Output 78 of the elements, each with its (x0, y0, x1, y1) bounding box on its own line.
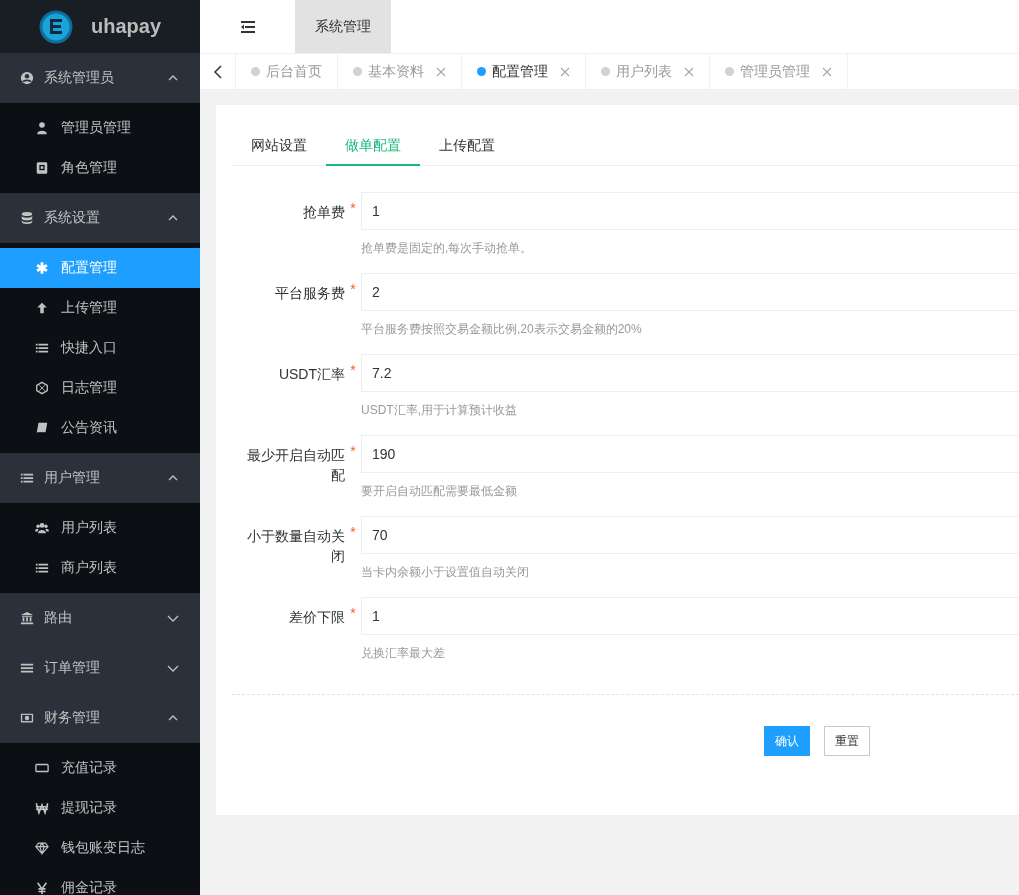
sidebar-item[interactable]: 钱包账变日志 (0, 828, 200, 868)
status-dot-icon (725, 67, 734, 76)
book-icon (35, 421, 49, 435)
sidebar-item[interactable]: 商户列表 (0, 548, 200, 588)
header-tab[interactable]: 系统管理 (295, 0, 391, 53)
field-hint: 平台服务费按照交易金额比例,20表示交易金额的20% (361, 321, 643, 338)
sidebar-group[interactable]: 系统管理员 (0, 53, 200, 103)
field-hint: 要开启自动匹配需要最低金额 (361, 483, 518, 500)
bank-icon (20, 611, 34, 625)
status-dot-icon (601, 67, 610, 76)
input-field[interactable]: 7.2 (361, 354, 1019, 392)
sidebar-item[interactable]: 佣金记录 (0, 868, 200, 895)
brand-name: uhapay (91, 15, 161, 38)
diamond-icon (35, 841, 49, 855)
required-mark: * (350, 281, 356, 297)
database-icon (20, 211, 34, 225)
asterisk-icon (35, 261, 49, 275)
field-hint: USDT汇率,用于计算预计收益 (361, 402, 518, 419)
id-card-icon (35, 161, 49, 175)
menu-icon (20, 661, 34, 675)
status-dot-icon (251, 67, 260, 76)
status-dot-icon (477, 67, 486, 76)
menu-toggle-icon[interactable] (240, 20, 255, 33)
won-icon (35, 801, 49, 815)
page-tab[interactable]: 配置管理 (462, 54, 586, 89)
arrow-up-icon (35, 301, 49, 315)
form-tab[interactable]: 网站设置 (232, 125, 326, 166)
person-icon (35, 121, 49, 135)
field-label: 小于数量自动关闭 (247, 527, 345, 566)
required-mark: * (350, 443, 356, 459)
users-icon (35, 521, 49, 535)
close-icon[interactable] (822, 66, 832, 77)
input-field[interactable]: 1 (361, 192, 1019, 230)
hexagon-icon (35, 381, 49, 395)
sidebar-group[interactable]: 用户管理 (0, 453, 200, 503)
close-icon[interactable] (684, 66, 694, 77)
sidebar-group[interactable]: 路由 (0, 593, 200, 643)
required-mark: * (350, 362, 356, 378)
field-label: 平台服务费 (274, 284, 345, 303)
reset-button[interactable]: 重置 (824, 726, 870, 756)
sidebar-item[interactable]: 提现记录 (0, 788, 200, 828)
field-label: 最少开启自动匹配 (247, 446, 345, 485)
rectangle-icon (35, 761, 49, 775)
sidebar-group[interactable]: 系统设置 (0, 193, 200, 243)
list-icon (35, 341, 49, 355)
required-mark: * (350, 605, 356, 621)
required-mark: * (350, 200, 356, 216)
field-label: 抢单费 (302, 203, 345, 222)
form-tab[interactable]: 上传配置 (420, 125, 514, 166)
field-hint: 当卡内余额小于设置值自动关闭 (361, 564, 530, 581)
sidebar-item[interactable]: 充值记录 (0, 748, 200, 788)
sidebar-item[interactable]: 上传管理 (0, 288, 200, 328)
list-icon (20, 471, 34, 485)
field-label: USDT汇率 (277, 365, 345, 384)
close-icon[interactable] (560, 66, 570, 77)
sidebar-item[interactable]: 角色管理 (0, 148, 200, 188)
sidebar-item[interactable]: 管理员管理 (0, 108, 200, 148)
field-hint: 抢单费是固定的,每次手动抢单。 (361, 240, 534, 257)
list-icon (35, 561, 49, 575)
sidebar-item[interactable]: 公告资讯 (0, 408, 200, 448)
sidebar-item[interactable]: 快捷入口 (0, 328, 200, 368)
field-label: 差价下限 (288, 608, 345, 627)
sidebar-group[interactable]: 财务管理 (0, 693, 200, 743)
required-mark: * (350, 524, 356, 540)
sidebar-item[interactable]: 日志管理 (0, 368, 200, 408)
input-field[interactable]: 190 (361, 435, 1019, 473)
sidebar-group[interactable]: 订单管理 (0, 643, 200, 693)
sidebar-item[interactable]: 用户列表 (0, 508, 200, 548)
input-field[interactable]: 1 (361, 597, 1019, 635)
logo-icon (39, 9, 73, 44)
yen-icon (35, 881, 49, 895)
field-hint: 兑换汇率最大差 (361, 645, 446, 662)
user-circle-icon (20, 71, 34, 85)
status-dot-icon (353, 67, 362, 76)
banknote-icon (20, 711, 34, 725)
input-field[interactable]: 2 (361, 273, 1019, 311)
close-icon[interactable] (436, 66, 446, 77)
input-field[interactable]: 70 (361, 516, 1019, 554)
